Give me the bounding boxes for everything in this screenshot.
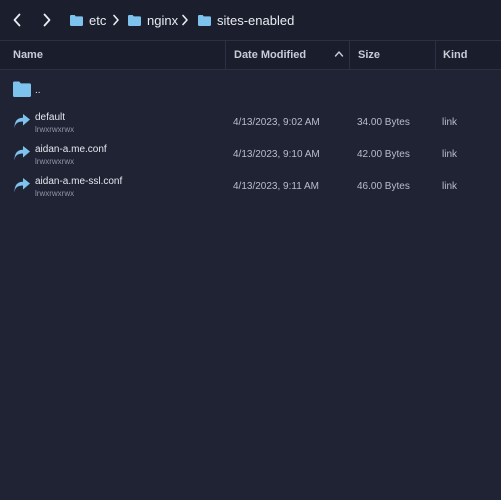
breadcrumb-label: nginx: [147, 12, 179, 28]
file-date: 4/13/2023, 9:11 AM: [233, 181, 319, 192]
file-date: 4/13/2023, 9:10 AM: [233, 149, 320, 160]
column-label: Size: [358, 49, 381, 61]
file-size: 34.00 Bytes: [357, 117, 410, 128]
back-button[interactable]: [8, 11, 26, 29]
column-header: Name Date Modified Size Kind: [0, 40, 501, 70]
file-name: default: [35, 112, 66, 123]
column-name-header[interactable]: Name: [0, 41, 226, 69]
file-kind: link: [442, 149, 458, 160]
chevron-right-icon: [43, 13, 51, 27]
column-kind-header[interactable]: Kind: [436, 41, 501, 69]
file-name: aidan-a.me.conf: [35, 144, 107, 155]
chevron-right-icon: [181, 14, 189, 26]
chevron-up-icon: [334, 50, 344, 58]
column-label: Name: [13, 49, 43, 61]
table-row[interactable]: aidan-a.me-ssl.conf lrwxrwxrwx 4/13/2023…: [0, 172, 501, 204]
column-size-header[interactable]: Size: [350, 41, 436, 69]
file-name: aidan-a.me-ssl.conf: [35, 176, 123, 187]
file-browser-window: etc nginx sites-enabled Name Date Modifi…: [0, 0, 501, 500]
list-item-parent[interactable]: ..: [0, 76, 501, 108]
link-arrow-icon: [13, 114, 31, 130]
folder-icon: [198, 14, 211, 26]
forward-button[interactable]: [38, 11, 56, 29]
folder-icon: [13, 81, 31, 97]
chevron-right-icon: [112, 14, 120, 26]
file-permissions: lrwxrwxrwx: [35, 189, 75, 198]
toolbar: etc nginx sites-enabled: [0, 0, 501, 40]
table-row[interactable]: aidan-a.me.conf lrwxrwxrwx 4/13/2023, 9:…: [0, 140, 501, 172]
file-date: 4/13/2023, 9:02 AM: [233, 117, 320, 128]
file-size: 46.00 Bytes: [357, 181, 410, 192]
link-arrow-icon: [13, 146, 31, 162]
breadcrumb-label: etc: [89, 12, 107, 28]
column-label: Kind: [443, 49, 468, 61]
file-kind: link: [442, 117, 458, 128]
column-label: Date Modified: [234, 49, 307, 61]
table-row[interactable]: default lrwxrwxrwx 4/13/2023, 9:02 AM 34…: [0, 108, 501, 140]
file-name: ..: [35, 85, 41, 96]
breadcrumb-nginx[interactable]: nginx: [128, 11, 178, 29]
file-size: 42.00 Bytes: [357, 149, 410, 160]
column-date-header[interactable]: Date Modified: [226, 41, 350, 69]
link-arrow-icon: [13, 178, 31, 194]
file-permissions: lrwxrwxrwx: [35, 157, 75, 166]
folder-icon: [70, 14, 83, 26]
chevron-left-icon: [13, 13, 21, 27]
file-kind: link: [442, 181, 458, 192]
breadcrumb-etc[interactable]: etc: [70, 11, 106, 29]
breadcrumb-label: sites-enabled: [217, 12, 295, 28]
file-permissions: lrwxrwxrwx: [35, 125, 75, 134]
folder-icon: [128, 14, 141, 26]
breadcrumb-sites-enabled[interactable]: sites-enabled: [198, 11, 294, 29]
